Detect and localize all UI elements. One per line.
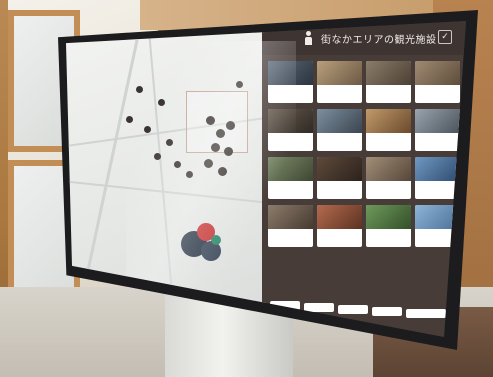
- close-icon[interactable]: ✓: [438, 30, 452, 44]
- person-icon: [302, 31, 316, 45]
- facility-photo: [268, 61, 313, 85]
- map-road: [66, 180, 266, 204]
- facility-photo: [366, 61, 411, 85]
- facility-card-grid: [268, 61, 464, 291]
- facility-panel: 街なかエリアの観光施設 ✓: [262, 21, 466, 337]
- facility-card[interactable]: [317, 109, 362, 151]
- area-blob: [211, 235, 221, 245]
- facility-photo: [415, 157, 460, 181]
- facility-photo: [268, 157, 313, 181]
- facility-card[interactable]: [317, 205, 362, 247]
- facility-card[interactable]: [366, 109, 411, 151]
- category-tab[interactable]: [372, 307, 402, 316]
- map-pin[interactable]: [126, 116, 133, 123]
- facility-card[interactable]: [366, 157, 411, 199]
- map-pin[interactable]: [166, 139, 173, 146]
- facility-photo: [268, 205, 313, 229]
- map-pin[interactable]: [224, 147, 233, 156]
- map-pin[interactable]: [226, 121, 235, 130]
- map-pin[interactable]: [236, 81, 243, 88]
- map-pin[interactable]: [186, 171, 193, 178]
- facility-photo: [366, 109, 411, 133]
- map-pin[interactable]: [216, 129, 225, 138]
- facility-photo: [317, 61, 362, 85]
- panel-title: 街なかエリアの観光施設: [321, 34, 437, 46]
- category-tab[interactable]: [304, 303, 334, 312]
- facility-card[interactable]: [415, 109, 460, 151]
- facility-photo: [415, 109, 460, 133]
- map-pin[interactable]: [144, 126, 151, 133]
- category-tab[interactable]: [338, 305, 368, 314]
- facility-card[interactable]: [366, 205, 411, 247]
- facility-card[interactable]: [268, 109, 313, 151]
- map-pin[interactable]: [218, 167, 227, 176]
- map-pin[interactable]: [174, 161, 181, 168]
- facility-photo: [317, 109, 362, 133]
- map-pin[interactable]: [158, 99, 165, 106]
- category-tab[interactable]: [406, 309, 446, 318]
- map-pin[interactable]: [136, 86, 143, 93]
- map-area-legend[interactable]: [181, 221, 225, 265]
- map-pin[interactable]: [154, 153, 161, 160]
- facility-photo: [415, 61, 460, 85]
- facility-photo: [317, 157, 362, 181]
- facility-photo: [268, 109, 313, 133]
- facility-card[interactable]: [317, 157, 362, 199]
- map-pin[interactable]: [211, 143, 220, 152]
- facility-card[interactable]: [268, 157, 313, 199]
- facility-photo: [366, 205, 411, 229]
- facility-photo: [366, 157, 411, 181]
- facility-card[interactable]: [366, 61, 411, 103]
- facility-card[interactable]: [317, 61, 362, 103]
- facility-card[interactable]: [415, 157, 460, 199]
- facility-card[interactable]: [415, 61, 460, 103]
- map-pin[interactable]: [206, 116, 215, 125]
- facility-photo: [317, 205, 362, 229]
- facility-card[interactable]: [268, 205, 313, 247]
- facility-card[interactable]: [268, 61, 313, 103]
- photo-scene: 街なかエリアの観光施設 ✓: [0, 0, 493, 377]
- map-pin[interactable]: [204, 159, 213, 168]
